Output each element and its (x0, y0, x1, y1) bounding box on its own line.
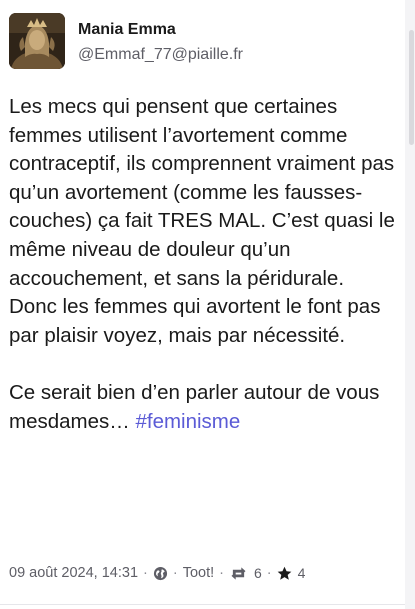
author-handle[interactable]: @Emmaf_77@piaille.fr (78, 45, 243, 65)
meta-separator: · (219, 565, 224, 581)
status-header[interactable]: Mania Emma @Emmaf_77@piaille.fr (9, 13, 243, 69)
globe-icon[interactable] (153, 566, 168, 581)
content-paragraph-2: Donc les femmes qui avortent le font pas… (9, 295, 381, 347)
status-meta: 09 août 2024, 14:31 · · Toot! · 6 · 4 (9, 563, 305, 583)
star-icon[interactable] (277, 566, 292, 581)
status-divider (0, 604, 405, 605)
avatar-image (9, 13, 65, 69)
meta-separator: · (266, 565, 272, 581)
status-card: Mania Emma @Emmaf_77@piaille.fr Les mecs… (0, 0, 406, 609)
author-names: Mania Emma @Emmaf_77@piaille.fr (78, 18, 243, 65)
meta-separator: · (143, 565, 148, 581)
content-paragraph-3: Ce serait bien d’en parler autour de vou… (9, 379, 399, 436)
status-application: Toot! (182, 565, 215, 581)
scrollbar-thumb[interactable] (409, 30, 414, 145)
favourite-count: 4 (297, 565, 306, 581)
hashtag-link-feminisme[interactable]: #feminisme (135, 410, 240, 433)
boost-count: 6 (253, 565, 262, 581)
status-timestamp[interactable]: 09 août 2024, 14:31 (9, 563, 138, 583)
content-paragraph-1: Les mecs qui pensent que certaines femme… (9, 95, 395, 290)
author-display-name[interactable]: Mania Emma (78, 20, 243, 40)
boost-icon[interactable] (229, 566, 248, 581)
meta-separator: · (172, 565, 178, 581)
status-content: Les mecs qui pensent que certaines femme… (9, 93, 399, 436)
scrollbar[interactable] (405, 0, 415, 609)
avatar[interactable] (9, 13, 65, 69)
